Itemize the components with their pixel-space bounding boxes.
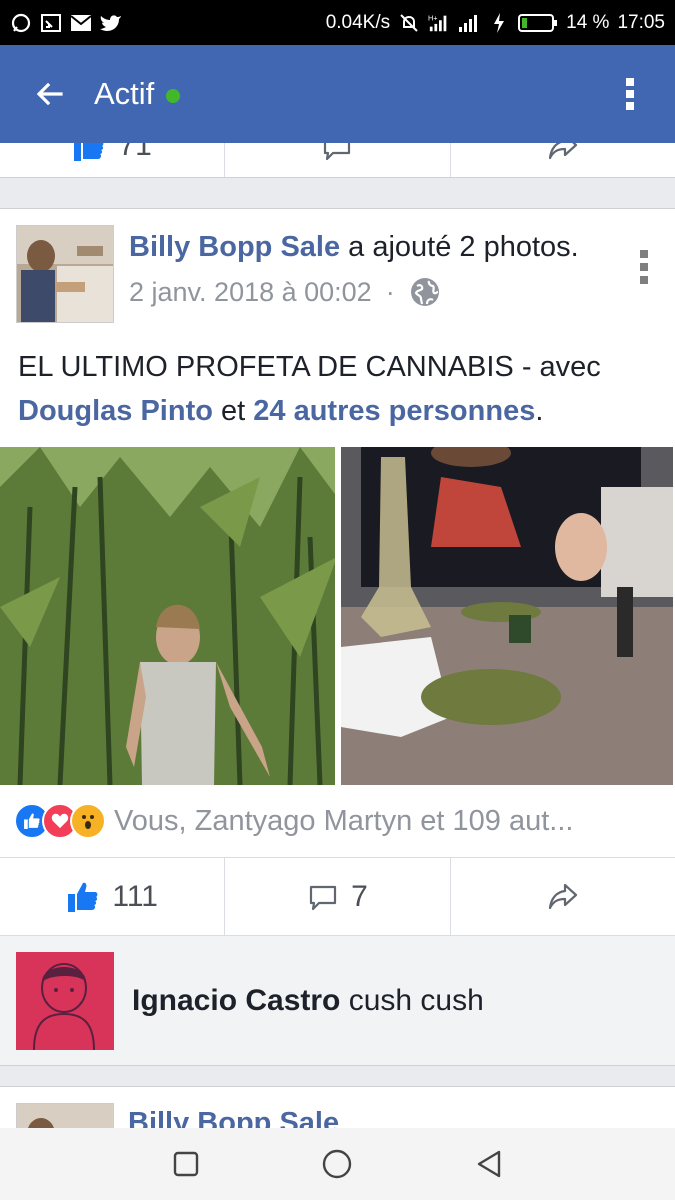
page-title: Actif <box>94 76 155 111</box>
recents-button[interactable] <box>156 1134 216 1194</box>
comment-button[interactable]: 7 <box>225 858 451 935</box>
share-icon <box>548 883 577 909</box>
reactions-text: Vous, Zantyago Martyn et 109 aut... <box>114 804 574 837</box>
wow-reaction-icon <box>70 803 106 839</box>
signal-h-plus-icon: H+ <box>428 12 450 34</box>
back-button[interactable] <box>0 45 100 143</box>
mute-notifications-icon <box>398 12 420 34</box>
signal-icon <box>458 12 480 34</box>
post-body: EL ULTIMO PROFETA DE CANNABIS - avec Dou… <box>18 351 601 427</box>
news-feed[interactable]: 71 Billy Bopp Sale a ajouté 2 photos. 2 … <box>0 143 675 1128</box>
back-nav-button[interactable] <box>459 1134 519 1194</box>
post-action-text: a ajouté 2 photos. <box>340 231 579 263</box>
tagged-others-link[interactable]: 24 autres personnes <box>253 395 535 427</box>
meta-separator: · <box>385 276 395 307</box>
previous-post-actions: 71 <box>0 143 675 177</box>
battery-icon <box>518 13 558 33</box>
commenter-avatar[interactable] <box>16 951 114 1050</box>
author-avatar[interactable] <box>16 225 114 323</box>
clock: 17:05 <box>617 11 665 33</box>
commenter-name[interactable]: Ignacio Castro <box>132 984 340 1017</box>
comment-count: 7 <box>351 879 368 913</box>
like-button[interactable]: 71 <box>0 143 226 177</box>
post-author-link[interactable]: Billy Bopp Sale <box>129 231 340 263</box>
post-actions: 111 7 <box>0 857 675 935</box>
home-button[interactable] <box>307 1134 367 1194</box>
comment-button[interactable] <box>225 143 451 177</box>
post-options-button[interactable] <box>629 225 659 327</box>
like-count: 111 <box>112 879 158 913</box>
next-post-card: Billy Bopp Sale <box>0 1086 675 1128</box>
thumbs-up-icon <box>68 882 98 912</box>
post-meta: Billy Bopp Sale a ajouté 2 photos. 2 jan… <box>129 225 629 327</box>
share-button[interactable] <box>451 143 675 177</box>
like-count: 71 <box>118 143 152 162</box>
photo-1[interactable] <box>0 447 335 785</box>
triangle-back-icon <box>477 1150 501 1178</box>
system-nav-bar <box>0 1128 675 1200</box>
circle-icon <box>323 1149 352 1179</box>
photo-2[interactable] <box>340 447 675 785</box>
battery-level: 14 % <box>566 11 610 33</box>
square-icon <box>173 1151 199 1177</box>
status-bar: 0.04K/s H+ 14 % 17:05 <box>0 0 675 45</box>
app-header: Actif <box>0 45 675 143</box>
globe-icon <box>410 278 439 306</box>
more-vertical-icon <box>626 78 634 110</box>
active-status-dot <box>166 89 181 103</box>
network-speed: 0.04K/s <box>325 11 391 33</box>
back-arrow-icon <box>37 83 63 105</box>
svg-text:H+: H+ <box>428 13 438 22</box>
twitter-icon <box>100 12 122 34</box>
comment-text: cush cush <box>340 983 484 1017</box>
thumbs-up-icon <box>74 143 104 161</box>
photo-grid <box>0 447 675 785</box>
comment-icon <box>324 143 351 161</box>
tagged-person-link[interactable]: Douglas Pinto <box>18 395 213 427</box>
post-card: Billy Bopp Sale a ajouté 2 photos. 2 jan… <box>0 208 675 1066</box>
next-author-avatar[interactable] <box>16 1103 114 1128</box>
more-options-button[interactable] <box>585 45 675 143</box>
share-icon <box>548 143 577 160</box>
like-button[interactable]: 111 <box>0 858 226 935</box>
chat-bubble-icon <box>10 12 32 34</box>
screen-cast-icon <box>40 12 62 34</box>
mail-icon <box>70 12 92 34</box>
previous-post: 71 <box>0 143 675 178</box>
comment-preview[interactable]: Ignacio Castro cush cush <box>0 935 675 1065</box>
next-post-author[interactable]: Billy Bopp Sale <box>128 1107 339 1128</box>
charging-icon <box>488 12 510 34</box>
post-text: EL ULTIMO PROFETA DE CANNABIS - avec <box>18 351 601 383</box>
comment-icon <box>310 885 337 910</box>
reactions-summary[interactable]: Vous, Zantyago Martyn et 109 aut... <box>0 785 675 857</box>
post-timestamp[interactable]: 2 janv. 2018 à 00:02 <box>129 277 372 308</box>
post-header: Billy Bopp Sale a ajouté 2 photos. 2 jan… <box>0 209 675 327</box>
share-button[interactable] <box>451 858 675 935</box>
